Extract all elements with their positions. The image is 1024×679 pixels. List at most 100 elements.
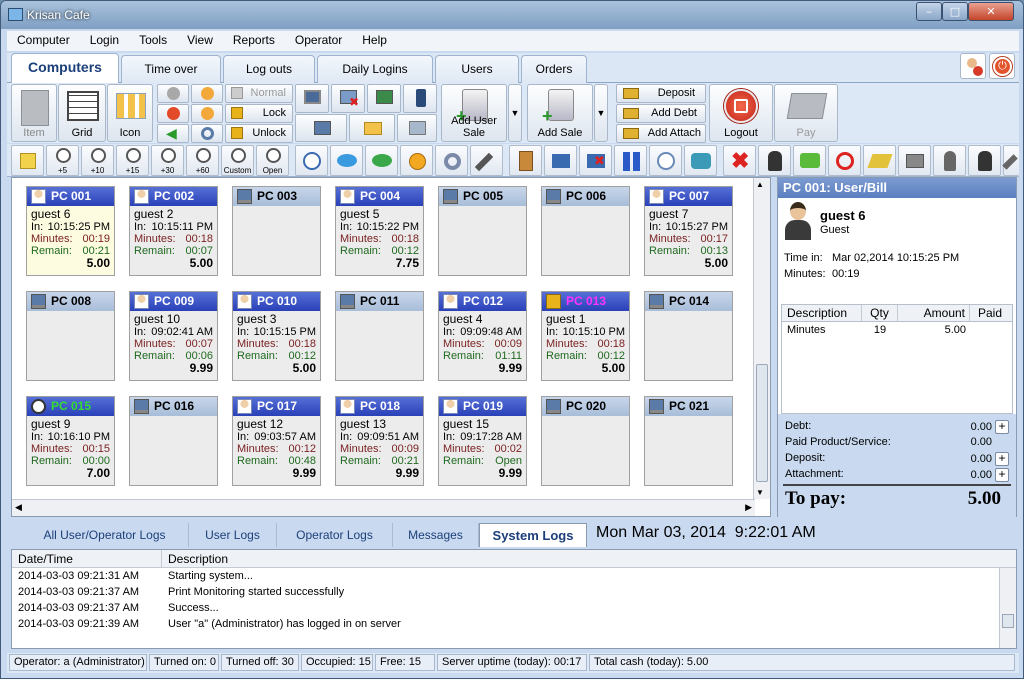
schedule-button[interactable] — [649, 145, 682, 176]
unlock-button[interactable]: Unlock — [225, 124, 293, 143]
pc-tile[interactable]: PC 007 guest 7 In: 10:15:27 PM Minutes: 00:17… — [644, 186, 733, 276]
table-row[interactable]: 2014-03-03 09:21:37 AM Success... — [12, 600, 1016, 616]
normal-button[interactable]: Normal — [225, 84, 293, 103]
pc-tile[interactable]: PC 002 guest 2 In: 10:15:11 PM Minutes: 00:18… — [129, 186, 218, 276]
tickets-button[interactable] — [863, 145, 896, 176]
menu-computer[interactable]: Computer — [7, 31, 80, 47]
usb-button[interactable] — [403, 84, 437, 113]
col-qty[interactable]: Qty — [862, 305, 898, 321]
pause-button[interactable] — [614, 145, 647, 176]
add-30-button[interactable]: +30 — [151, 145, 184, 176]
tab-computers[interactable]: Computers — [11, 53, 119, 84]
tab-daily-logins[interactable]: Daily Logins — [317, 55, 433, 83]
add-debt-plus-button[interactable]: + — [995, 420, 1009, 434]
pc-tile[interactable]: PC 020 — [541, 396, 630, 486]
scroll-down-icon[interactable]: ▼ — [756, 488, 764, 497]
tab-users[interactable]: Users — [435, 55, 519, 83]
col-log-description[interactable]: Description — [162, 550, 1016, 567]
add-sale-button[interactable]: + Add Sale — [527, 84, 593, 142]
pc-tile[interactable]: PC 003 — [232, 186, 321, 276]
scroll-thumb[interactable] — [756, 364, 768, 482]
shutdown-gray-button[interactable] — [157, 84, 189, 103]
network-button[interactable] — [367, 84, 401, 113]
pc-tile[interactable]: PC 014 — [644, 291, 733, 381]
comment-button[interactable] — [793, 145, 826, 176]
open-time-button[interactable]: Open — [256, 145, 289, 176]
add-5-button[interactable]: +5 — [46, 145, 79, 176]
admin-button[interactable] — [968, 145, 1001, 176]
pc-tile[interactable]: PC 017 guest 12 In: 09:03:57 AM Minutes: 00:1… — [232, 396, 321, 486]
grid-vertical-scrollbar[interactable]: ▲ ▼ — [753, 178, 770, 499]
user-add-button[interactable] — [758, 145, 791, 176]
grid-view-button[interactable]: Grid — [58, 84, 106, 142]
printer-button[interactable] — [898, 145, 931, 176]
menu-tools[interactable]: Tools — [129, 31, 177, 47]
table-row[interactable]: 2014-03-03 09:21:31 AM Starting system... — [12, 568, 1016, 584]
remote-button[interactable] — [295, 114, 347, 142]
settings-button[interactable] — [191, 124, 223, 143]
folder-button[interactable] — [349, 114, 395, 142]
monitor-button[interactable] — [295, 84, 329, 113]
pc-tile[interactable]: PC 021 — [644, 396, 733, 486]
menu-view[interactable]: View — [177, 31, 223, 47]
add-15-button[interactable]: +15 — [116, 145, 149, 176]
add-attach-button[interactable]: Add Attach — [616, 124, 706, 143]
chat-button[interactable] — [365, 145, 398, 176]
log-scrollbar[interactable] — [999, 568, 1016, 648]
add-10-button[interactable]: +10 — [81, 145, 114, 176]
logoff-button[interactable] — [191, 104, 223, 123]
menu-operator[interactable]: Operator — [285, 31, 352, 47]
more-tools-button[interactable] — [1002, 145, 1019, 176]
pc-tile[interactable]: PC 008 — [26, 291, 115, 381]
restart-button[interactable] — [191, 84, 223, 103]
pc-tile[interactable]: PC 012 guest 4 In: 09:09:48 AM Minutes: 00:09… — [438, 291, 527, 381]
custom-time-button[interactable]: Custom — [221, 145, 254, 176]
add-user-sale-button[interactable]: + Add User Sale — [441, 84, 507, 142]
pc-tile[interactable]: PC 009 guest 10 In: 09:02:41 AM Minutes: 00:0… — [129, 291, 218, 381]
icon-view-button[interactable]: Icon — [107, 84, 153, 142]
transfer-button[interactable] — [544, 145, 577, 176]
tab-user-logs[interactable]: User Logs — [189, 523, 277, 547]
tab-all-logs[interactable]: All User/Operator Logs — [21, 523, 189, 547]
user-alert-button[interactable] — [960, 53, 986, 79]
pc-tile[interactable]: PC 004 guest 5 In: 10:15:22 PM Minutes: 00:18… — [335, 186, 424, 276]
lock-button[interactable]: Lock — [225, 104, 293, 123]
pc-tile[interactable]: PC 005 — [438, 186, 527, 276]
scroll-right-icon[interactable]: ▶ — [745, 502, 752, 513]
back-button[interactable]: ◀ — [157, 124, 189, 143]
menu-login[interactable]: Login — [80, 31, 129, 47]
deposit-button[interactable]: Deposit — [616, 84, 706, 103]
table-row[interactable]: Minutes 19 5.00 — [782, 322, 1012, 339]
pc-tile[interactable]: PC 013 guest 1 In: 10:15:10 PM Minutes: 00:18… — [541, 291, 630, 381]
tab-time-over[interactable]: Time over — [121, 55, 221, 83]
message-button[interactable] — [330, 145, 363, 176]
pc-tile[interactable]: PC 001 guest 6 In: 10:15:25 PM Minutes: 00:19… — [26, 186, 115, 276]
pc-tile[interactable]: PC 015 guest 9 In: 10:16:10 PM Minutes: 00:15… — [26, 396, 115, 486]
tab-system-logs[interactable]: System Logs — [479, 523, 587, 547]
block-button[interactable] — [828, 145, 861, 176]
timer-button[interactable] — [295, 145, 328, 176]
col-datetime[interactable]: Date/Time — [12, 550, 162, 567]
key-button[interactable] — [400, 145, 433, 176]
col-amount[interactable]: Amount — [898, 305, 970, 321]
logout-button[interactable]: Logout — [709, 84, 773, 142]
grid-horizontal-scrollbar[interactable]: ◀ ▶ — [12, 499, 755, 516]
shutdown-button[interactable] — [157, 104, 189, 123]
table-row[interactable]: 2014-03-03 09:21:39 AM User "a" (Administ… — [12, 616, 1016, 632]
pc-tile[interactable]: PC 006 — [541, 186, 630, 276]
operator-button[interactable] — [933, 145, 966, 176]
maximize-button[interactable]: □ — [942, 2, 968, 21]
swap-button[interactable] — [684, 145, 717, 176]
add-deposit-plus-button[interactable]: + — [995, 452, 1009, 466]
scroll-left-icon[interactable]: ◀ — [15, 502, 22, 513]
col-paid[interactable]: Paid — [970, 305, 1010, 321]
item-view-button[interactable]: Item — [11, 84, 57, 142]
close-button[interactable]: ✕ — [968, 2, 1014, 21]
config-button[interactable] — [435, 145, 468, 176]
pc-tile[interactable]: PC 016 — [129, 396, 218, 486]
menu-reports[interactable]: Reports — [223, 31, 285, 47]
pc-tile[interactable]: PC 011 — [335, 291, 424, 381]
col-description[interactable]: Description — [782, 305, 862, 321]
pc-tile[interactable]: PC 010 guest 3 In: 10:15:15 PM Minutes: 00:18… — [232, 291, 321, 381]
delete-button[interactable]: ✖ — [723, 145, 756, 176]
